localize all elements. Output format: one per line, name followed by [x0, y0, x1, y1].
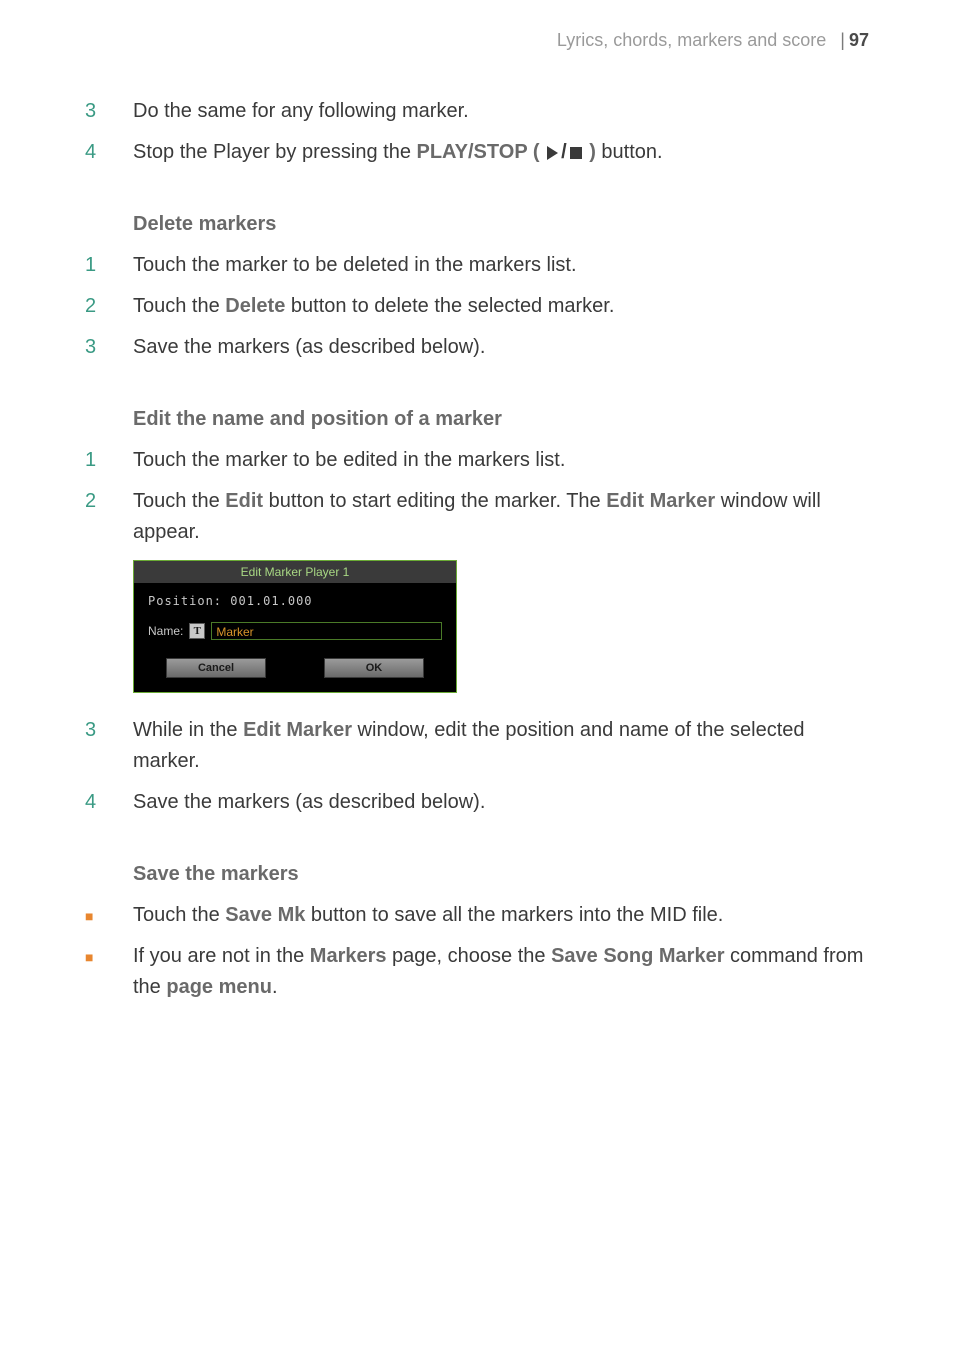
text-segment: button to start editing the marker. The: [263, 490, 606, 512]
stop-icon: [570, 137, 582, 168]
step-text: Save the markers (as described below).: [133, 332, 869, 363]
step-number: 2: [85, 291, 133, 322]
step-item: 1 Touch the marker to be edited in the m…: [85, 445, 869, 476]
step-item: 3 Do the same for any following marker.: [85, 96, 869, 127]
header-page-number: 97: [849, 30, 869, 51]
text-segment: While in the: [133, 719, 243, 741]
step-number: 4: [85, 137, 133, 168]
text-segment: button to save all the markers into the …: [305, 904, 723, 926]
name-label: Name:: [148, 624, 183, 638]
section-heading-edit: Edit the name and position of a marker: [133, 408, 869, 431]
cancel-button[interactable]: Cancel: [166, 658, 266, 678]
ok-button[interactable]: OK: [324, 658, 424, 678]
markers-label: Markers: [310, 945, 387, 967]
text-segment: page, choose the: [387, 945, 552, 967]
bullet-icon: ■: [85, 900, 133, 931]
step-item: 2 Touch the Delete button to delete the …: [85, 291, 869, 322]
text-segment: Touch the: [133, 295, 225, 317]
step-number: 1: [85, 445, 133, 476]
play-stop-label-close: ): [584, 141, 596, 163]
step-text: Do the same for any following marker.: [133, 96, 869, 127]
header-divider: |: [840, 30, 845, 51]
position-value: 001.01.000: [230, 594, 312, 608]
text-segment: .: [272, 976, 278, 998]
bullet-text: Touch the Save Mk button to save all the…: [133, 900, 869, 931]
step-item: 2 Touch the Edit button to start editing…: [85, 486, 869, 548]
step-number: 2: [85, 486, 133, 548]
text-edit-icon[interactable]: T: [189, 623, 205, 639]
save-song-marker-label: Save Song Marker: [551, 945, 724, 967]
text-segment: Touch the: [133, 904, 225, 926]
edit-marker-dialog: Edit Marker Player 1 Position: 001.01.00…: [133, 560, 457, 693]
page-menu-label: page menu: [166, 976, 272, 998]
text-segment: Stop the Player by pressing the: [133, 141, 417, 163]
step-text: Touch the Edit button to start editing t…: [133, 486, 869, 548]
text-segment: Touch the: [133, 490, 225, 512]
position-label: Position:: [148, 594, 222, 608]
slash-icon: /: [561, 137, 567, 168]
bullet-item: ■ If you are not in the Markers page, ch…: [85, 941, 869, 1003]
play-stop-label: PLAY/STOP (: [417, 141, 546, 163]
section-heading-save: Save the markers: [133, 863, 869, 886]
edit-marker-label: Edit Marker: [606, 490, 715, 512]
step-text: While in the Edit Marker window, edit th…: [133, 715, 869, 777]
step-text: Touch the marker to be edited in the mar…: [133, 445, 869, 476]
step-text: Stop the Player by pressing the PLAY/STO…: [133, 137, 869, 168]
dialog-screenshot: Edit Marker Player 1 Position: 001.01.00…: [133, 560, 869, 693]
bullet-item: ■ Touch the Save Mk button to save all t…: [85, 900, 869, 931]
step-number: 3: [85, 715, 133, 777]
step-number: 1: [85, 250, 133, 281]
play-icon: [547, 137, 558, 168]
step-text: Save the markers (as described below).: [133, 787, 869, 818]
step-number: 3: [85, 96, 133, 127]
bullet-text: If you are not in the Markers page, choo…: [133, 941, 869, 1003]
step-item: 3 While in the Edit Marker window, edit …: [85, 715, 869, 777]
dialog-buttons: Cancel OK: [148, 658, 442, 678]
save-mk-label: Save Mk: [225, 904, 305, 926]
step-text: Touch the marker to be deleted in the ma…: [133, 250, 869, 281]
step-number: 4: [85, 787, 133, 818]
step-item: 4 Stop the Player by pressing the PLAY/S…: [85, 137, 869, 168]
bullet-icon: ■: [85, 941, 133, 1003]
text-segment: button.: [596, 141, 663, 163]
step-number: 3: [85, 332, 133, 363]
page-header: Lyrics, chords, markers and score | 97: [85, 30, 869, 51]
dialog-body: Position: 001.01.000 Name: T Marker Canc…: [134, 584, 456, 692]
dialog-position: Position: 001.01.000: [148, 594, 442, 608]
text-segment: button to delete the selected marker.: [285, 295, 614, 317]
dialog-title: Edit Marker Player 1: [134, 561, 456, 584]
step-item: 3 Save the markers (as described below).: [85, 332, 869, 363]
edit-label: Edit: [225, 490, 263, 512]
edit-marker-label: Edit Marker: [243, 719, 352, 741]
text-segment: If you are not in the: [133, 945, 310, 967]
section-heading-delete: Delete markers: [133, 213, 869, 236]
step-text: Touch the Delete button to delete the se…: [133, 291, 869, 322]
dialog-name-row: Name: T Marker: [148, 622, 442, 640]
step-item: 1 Touch the marker to be deleted in the …: [85, 250, 869, 281]
name-input[interactable]: Marker: [211, 622, 442, 640]
delete-label: Delete: [225, 295, 285, 317]
step-item: 4 Save the markers (as described below).: [85, 787, 869, 818]
header-title: Lyrics, chords, markers and score: [557, 30, 826, 51]
